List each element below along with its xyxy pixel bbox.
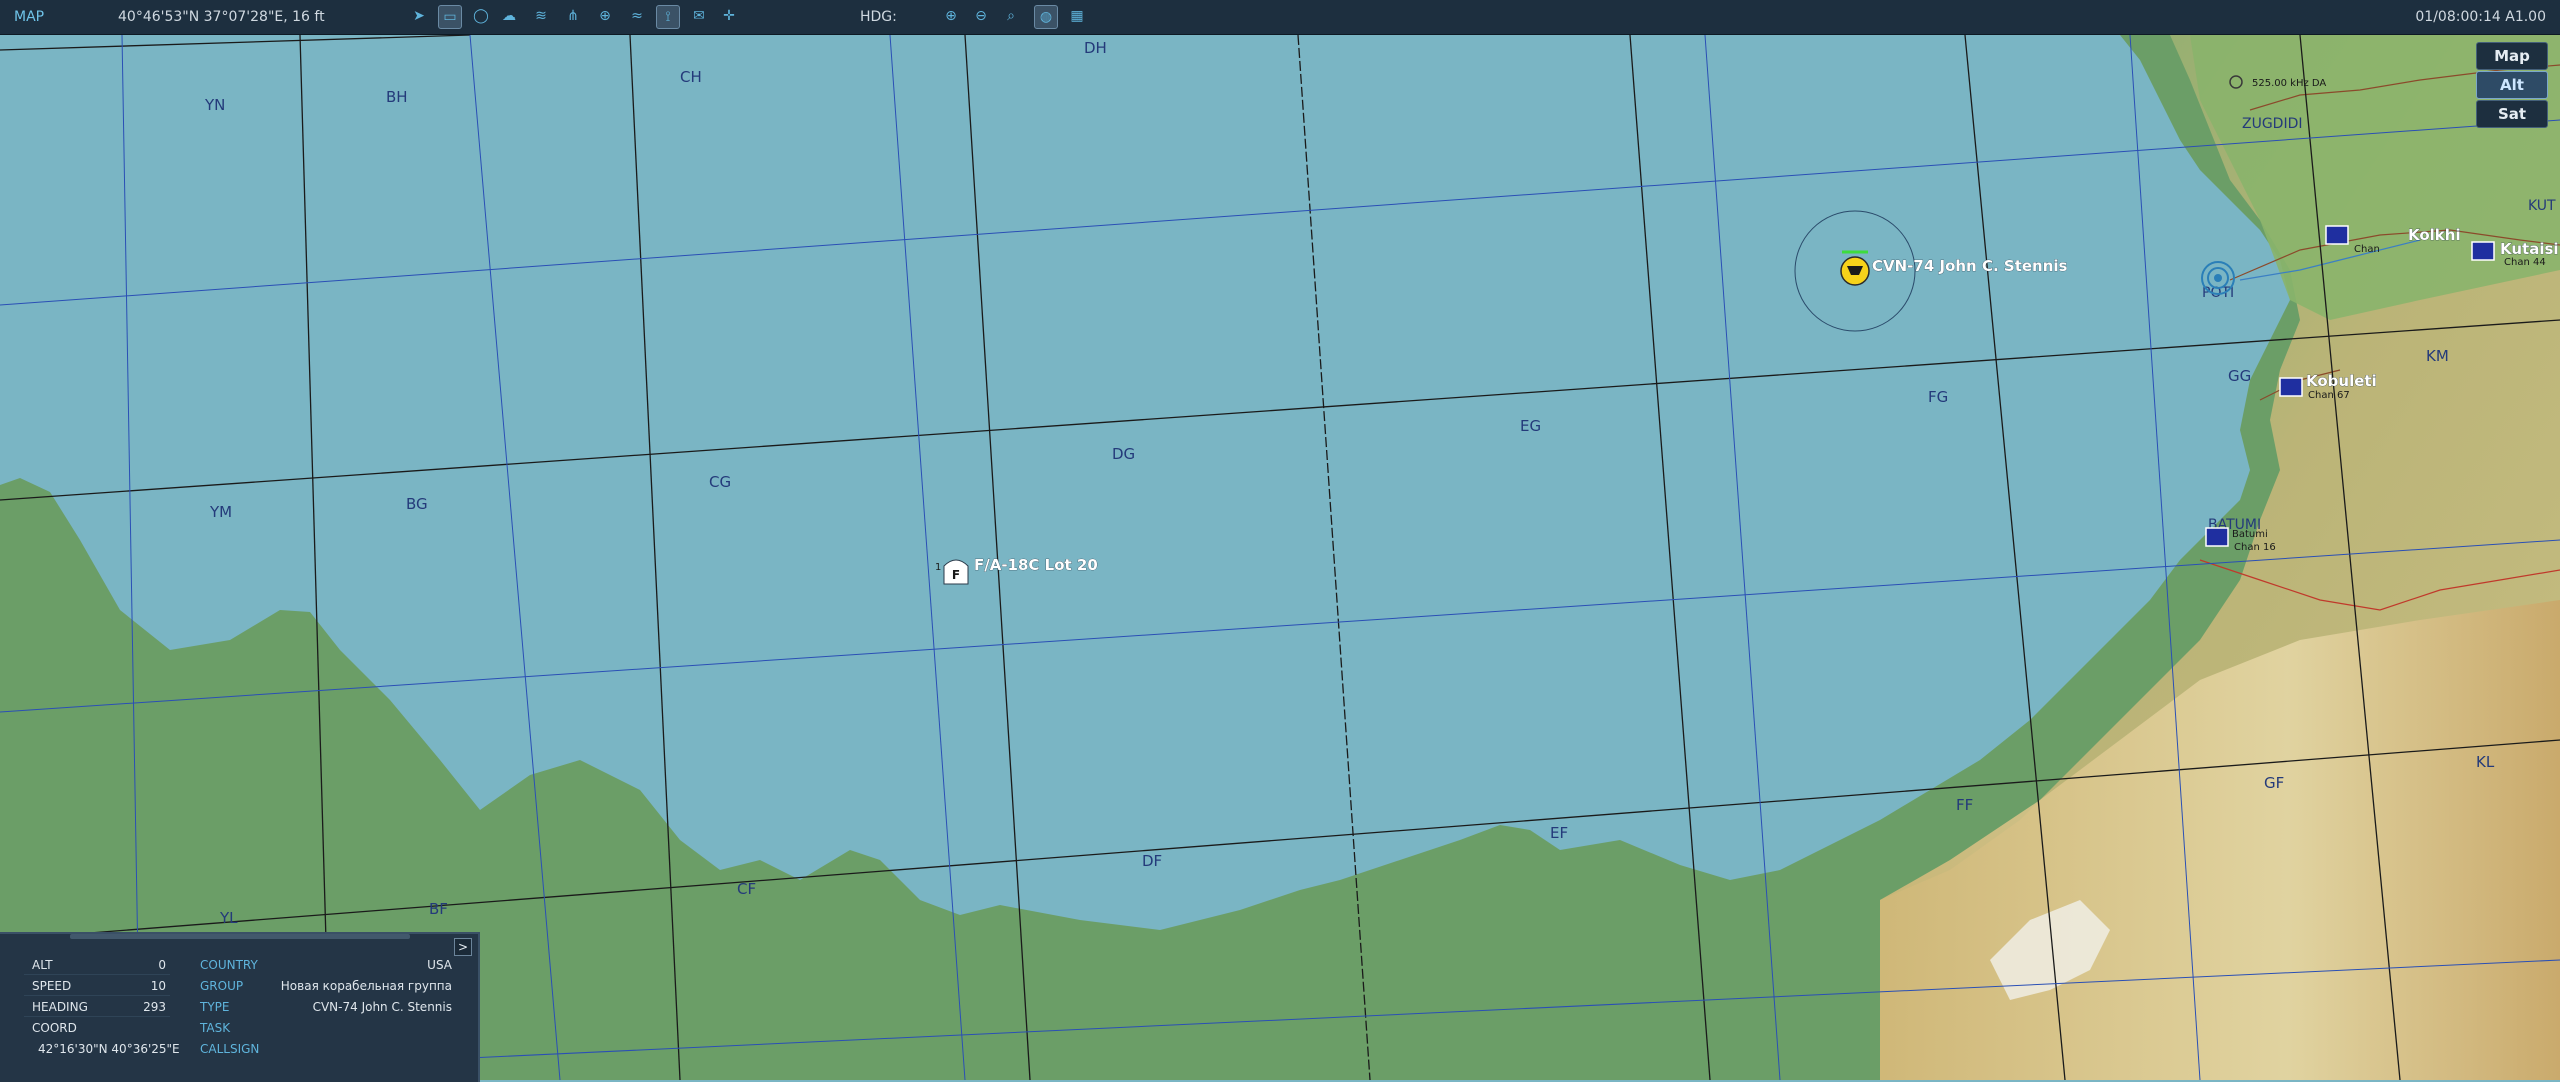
aircraft-symbol: F	[952, 568, 960, 582]
map-canvas[interactable]: YN BH CH DH YM BG CG DG EG FG GG KM YL B…	[0, 35, 2560, 1080]
group-label: GROUP	[200, 979, 244, 993]
beacon-label: 525.00 kHz DA	[2252, 78, 2326, 89]
crosshair-icon[interactable]: ✛	[718, 5, 740, 27]
airfield-label: Kobuleti	[2306, 372, 2377, 390]
top-toolbar: MAP 40°46'53"N 37°07'28"E, 16 ft ➤ ▭ ◯ ☁…	[0, 0, 2560, 35]
grid-label: YM	[209, 503, 232, 521]
heading-label: HEADING	[32, 1000, 88, 1014]
grid-label: EF	[1550, 824, 1568, 842]
grid-label: FG	[1928, 388, 1948, 406]
callsign-row: CALLSIGN	[200, 1040, 452, 1058]
task-row: TASK	[200, 1019, 452, 1037]
unit-info-panel: > ALT 0 SPEED 10 HEADING 293 COORD 42°16…	[0, 932, 480, 1082]
grid-label: YN	[204, 96, 225, 114]
airfield-channel: Chan 67	[2308, 390, 2350, 401]
rain-icon[interactable]: ≋	[530, 5, 552, 27]
heading-label: HDG:	[860, 9, 897, 25]
globe-icon[interactable]: ◍	[1034, 5, 1058, 29]
airfield-label: Kutaisi	[2500, 240, 2559, 258]
grid-label: CF	[737, 880, 756, 898]
wifi-icon[interactable]: ≈	[626, 5, 648, 27]
callsign-label: CALLSIGN	[200, 1042, 260, 1056]
group-row: GROUP Новая корабельная группа	[200, 977, 452, 995]
cursor-coordinate-readout: 40°46'53"N 37°07'28"E, 16 ft	[118, 9, 325, 25]
grid-label: KM	[2426, 347, 2449, 365]
airfield-channel: Chan 16	[2234, 542, 2276, 553]
zoom-out-icon[interactable]: ⊖	[970, 5, 992, 27]
group-value: Новая корабельная группа	[280, 979, 452, 993]
grid-label: FF	[1956, 796, 1973, 814]
grid-label: GG	[2228, 367, 2251, 385]
type-row: TYPE CVN-74 John C. Stennis	[200, 998, 452, 1016]
grid-label: DH	[1084, 39, 1107, 57]
country-row: COUNTRY USA	[200, 956, 452, 974]
ruler-icon[interactable]: ▭	[438, 5, 462, 29]
country-value: USA	[427, 958, 452, 972]
aircraft-group-number: 1	[935, 562, 941, 573]
speed-label: SPEED	[32, 979, 72, 993]
speed-row: SPEED 10	[24, 977, 170, 996]
city-label-zugdidi: ZUGDIDI	[2242, 116, 2303, 132]
panel-expand-button[interactable]: >	[454, 938, 472, 956]
task-label: TASK	[200, 1021, 231, 1035]
network-icon[interactable]: ⋔	[562, 5, 584, 27]
map-svg: YN BH CH DH YM BG CG DG EG FG GG KM YL B…	[0, 35, 2560, 1080]
type-value: CVN-74 John C. Stennis	[312, 1000, 452, 1014]
airfield-channel: Chan 44	[2504, 257, 2546, 268]
grid-icon[interactable]: ▦	[1066, 5, 1088, 27]
coord-label: COORD	[32, 1021, 77, 1035]
tower-icon[interactable]: ⟟	[656, 5, 680, 29]
city-label-kutaisi: KUT	[2528, 198, 2556, 214]
alt-value: 0	[158, 958, 166, 972]
country-label: COUNTRY	[200, 958, 258, 972]
grid-label: EG	[1520, 417, 1541, 435]
grid-label: BH	[386, 88, 408, 106]
heading-value: 293	[143, 1000, 166, 1014]
zoom-fit-icon[interactable]: ⌕	[1000, 5, 1022, 27]
carrier-label: CVN-74 John C. Stennis	[1872, 257, 2068, 275]
coord-value: 42°16'30"N 40°36'25"E	[38, 1042, 180, 1056]
grid-label: BG	[406, 495, 428, 513]
grid-label: DG	[1112, 445, 1135, 463]
grid-label: DF	[1142, 852, 1162, 870]
alt-row: ALT 0	[24, 956, 170, 975]
mission-clock: 01/08:00:14 A1.00	[2415, 9, 2546, 25]
grid-label: YL	[219, 909, 238, 927]
layer-sat-button[interactable]: Sat	[2476, 100, 2548, 128]
airfield-label: Kolkhi	[2408, 226, 2461, 244]
airfield-channel: Chan	[2354, 244, 2380, 255]
grid-label: CH	[680, 68, 702, 86]
speed-value: 10	[150, 979, 166, 993]
zoom-in-icon[interactable]: ⊕	[940, 5, 962, 27]
cloud-icon[interactable]: ☁	[498, 5, 520, 27]
alt-label: ALT	[32, 958, 53, 972]
coord-row: COORD	[24, 1019, 170, 1037]
grid-label: CG	[709, 473, 731, 491]
chat-icon[interactable]: ✉	[688, 5, 710, 27]
panel-scrollbar[interactable]	[70, 934, 410, 939]
heading-row: HEADING 293	[24, 998, 170, 1017]
mode-label: MAP	[14, 9, 45, 25]
nav-arrow-icon[interactable]: ➤	[408, 5, 430, 27]
target-icon[interactable]: ⊕	[594, 5, 616, 27]
layer-map-button[interactable]: Map	[2476, 42, 2548, 70]
layer-alt-button[interactable]: Alt	[2476, 71, 2548, 99]
grid-label: KL	[2476, 753, 2495, 771]
circle-icon[interactable]: ◯	[470, 5, 492, 27]
aircraft-label: F/A-18C Lot 20	[974, 556, 1098, 574]
grid-label: BF	[429, 900, 448, 918]
airfield-label: Batumi	[2232, 529, 2268, 540]
type-label: TYPE	[200, 1000, 230, 1014]
grid-label: GF	[2264, 774, 2284, 792]
